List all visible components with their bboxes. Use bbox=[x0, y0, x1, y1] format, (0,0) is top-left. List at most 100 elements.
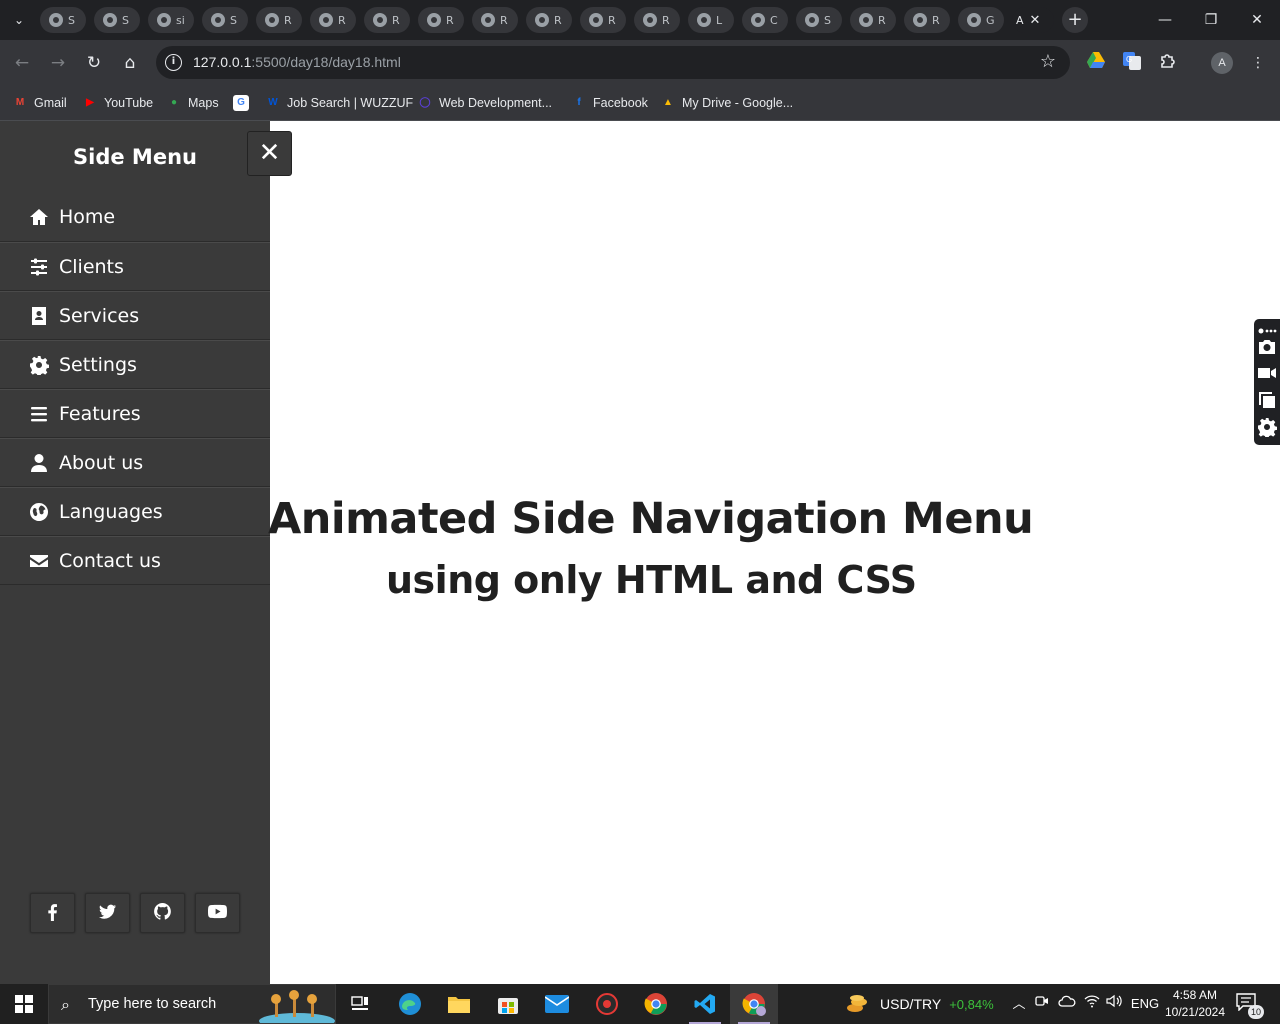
menu-item-languages[interactable]: Languages bbox=[0, 487, 270, 536]
bookmark-item[interactable]: M Gmail bbox=[12, 93, 67, 113]
bookmark-item[interactable]: ● Maps bbox=[166, 93, 219, 113]
input-language-indicator[interactable]: ENG bbox=[1130, 994, 1160, 1014]
forward-button[interactable]: → bbox=[46, 51, 70, 75]
github-link[interactable] bbox=[140, 893, 185, 933]
volume-icon[interactable] bbox=[1105, 994, 1125, 1014]
edge-browser-icon[interactable] bbox=[386, 984, 434, 1024]
menu-item-home[interactable]: Home bbox=[0, 193, 270, 242]
system-clock[interactable]: 4:58 AM 10/21/2024 bbox=[1160, 987, 1230, 1021]
camera-icon[interactable] bbox=[1257, 337, 1277, 357]
more-options-icon[interactable] bbox=[1257, 321, 1277, 334]
meet-now-icon[interactable] bbox=[1033, 994, 1051, 1014]
tab-title: C bbox=[770, 13, 778, 27]
window-capture-icon[interactable] bbox=[1257, 390, 1277, 410]
menu-item-clients[interactable]: Clients bbox=[0, 242, 270, 291]
browser-tab[interactable]: S bbox=[94, 7, 140, 33]
start-button[interactable] bbox=[0, 984, 48, 1024]
active-browser-tab[interactable]: A ✕ bbox=[1012, 7, 1054, 33]
url-text[interactable]: 127.0.0.1:5500/day18/day18.html bbox=[193, 54, 401, 70]
bookmark-item[interactable]: ▶ YouTube bbox=[82, 93, 153, 113]
tab-favicon-icon bbox=[535, 13, 549, 27]
tab-title: R bbox=[932, 13, 940, 27]
tab-title: R bbox=[284, 13, 292, 27]
extensions-puzzle-icon[interactable] bbox=[1157, 52, 1179, 74]
vscode-icon[interactable] bbox=[681, 984, 729, 1024]
browser-tab[interactable]: R bbox=[418, 7, 464, 33]
security-app-icon[interactable] bbox=[583, 984, 631, 1024]
menu-item-about[interactable]: About us bbox=[0, 438, 270, 487]
tab-favicon-icon bbox=[751, 13, 765, 27]
menu-item-settings[interactable]: Settings bbox=[0, 340, 270, 389]
browser-tab[interactable]: L bbox=[688, 7, 734, 33]
menu-item-services[interactable]: Services bbox=[0, 291, 270, 340]
reload-button[interactable]: ↻ bbox=[82, 51, 106, 75]
browser-tab[interactable]: R bbox=[256, 7, 302, 33]
menu-item-contact[interactable]: Contact us bbox=[0, 536, 270, 585]
notification-center-button[interactable]: 10 bbox=[1236, 993, 1264, 1019]
tab-title: R bbox=[392, 13, 400, 27]
bookmark-item[interactable]: G bbox=[233, 93, 255, 113]
video-camera-icon[interactable] bbox=[1257, 363, 1277, 383]
settings-gear-icon[interactable] bbox=[1257, 417, 1278, 439]
browser-tab[interactable]: R bbox=[634, 7, 680, 33]
window-close-button[interactable]: ✕ bbox=[1242, 8, 1272, 32]
browser-tab[interactable]: R bbox=[310, 7, 356, 33]
browser-tab[interactable]: R bbox=[472, 7, 518, 33]
bookmark-item[interactable]: ◯ Web Development... bbox=[417, 93, 552, 113]
twitter-icon bbox=[98, 902, 117, 925]
tab-search-dropdown-icon[interactable]: ⌄ bbox=[8, 10, 30, 30]
bookmark-item[interactable]: W Job Search | WUZZUF bbox=[265, 93, 413, 113]
chrome-icon[interactable] bbox=[632, 984, 680, 1024]
stock-ticker-widget[interactable]: USD/TRY +0,84% bbox=[846, 992, 994, 1016]
browser-tab[interactable]: S bbox=[796, 7, 842, 33]
browser-tab[interactable]: R bbox=[904, 7, 950, 33]
windows-logo-icon bbox=[15, 995, 33, 1013]
home-button[interactable]: ⌂ bbox=[118, 51, 142, 75]
tab-title: R bbox=[608, 13, 616, 27]
twitter-link[interactable] bbox=[85, 893, 130, 933]
search-highlight-illustration bbox=[259, 990, 335, 1023]
close-menu-button[interactable]: ✕ bbox=[247, 131, 292, 176]
browser-tab[interactable]: si bbox=[148, 7, 194, 33]
mail-icon[interactable] bbox=[533, 984, 581, 1024]
bookmark-item[interactable]: f Facebook bbox=[571, 93, 648, 113]
browser-tab[interactable]: R bbox=[580, 7, 626, 33]
taskbar-search-box[interactable]: ⌕ Type here to search bbox=[48, 984, 336, 1024]
browser-tab[interactable]: S bbox=[202, 7, 248, 33]
facebook-icon: f bbox=[577, 97, 581, 108]
youtube-link[interactable] bbox=[195, 893, 240, 933]
back-button[interactable]: ← bbox=[10, 51, 34, 75]
browser-tab[interactable]: G bbox=[958, 7, 1004, 33]
minimize-button[interactable]: — bbox=[1150, 8, 1180, 32]
browser-tab[interactable]: R bbox=[850, 7, 896, 33]
browser-tab[interactable]: R bbox=[364, 7, 410, 33]
globe-icon bbox=[28, 501, 50, 523]
address-bar[interactable]: i 127.0.0.1:5500/day18/day18.html ☆ bbox=[156, 46, 1070, 79]
profile-avatar[interactable]: A bbox=[1211, 52, 1233, 74]
bookmark-item[interactable]: ▲ My Drive - Google... bbox=[660, 93, 793, 113]
chrome-profile-icon[interactable] bbox=[730, 984, 778, 1024]
bookmark-star-icon[interactable]: ☆ bbox=[1040, 51, 1056, 72]
gmail-icon: M bbox=[15, 97, 25, 108]
site-info-icon[interactable]: i bbox=[165, 54, 182, 71]
browser-tab[interactable]: C bbox=[742, 7, 788, 33]
tab-close-icon[interactable]: ✕ bbox=[1030, 13, 1041, 28]
file-explorer-icon[interactable] bbox=[435, 984, 483, 1024]
new-tab-button[interactable]: + bbox=[1062, 7, 1088, 33]
microsoft-store-icon[interactable] bbox=[484, 984, 532, 1024]
show-hidden-icons-chevron-icon[interactable]: ︿ bbox=[1010, 994, 1028, 1014]
restore-button[interactable]: ❐ bbox=[1196, 8, 1226, 32]
wifi-icon[interactable] bbox=[1083, 994, 1101, 1014]
maps-icon: ● bbox=[170, 97, 178, 108]
menu-item-features[interactable]: Features bbox=[0, 389, 270, 438]
browser-tab[interactable]: S bbox=[40, 7, 86, 33]
onedrive-cloud-icon[interactable] bbox=[1057, 994, 1077, 1014]
task-view-icon[interactable] bbox=[336, 984, 384, 1024]
browser-menu-icon[interactable]: ⋮ bbox=[1247, 52, 1269, 74]
google-drive-extension-icon[interactable] bbox=[1085, 52, 1107, 74]
tab-title: S bbox=[824, 13, 831, 27]
facebook-link[interactable] bbox=[30, 893, 75, 933]
tab-title: G bbox=[986, 13, 995, 27]
browser-tab[interactable]: R bbox=[526, 7, 572, 33]
google-translate-extension-icon[interactable]: G bbox=[1121, 52, 1143, 74]
